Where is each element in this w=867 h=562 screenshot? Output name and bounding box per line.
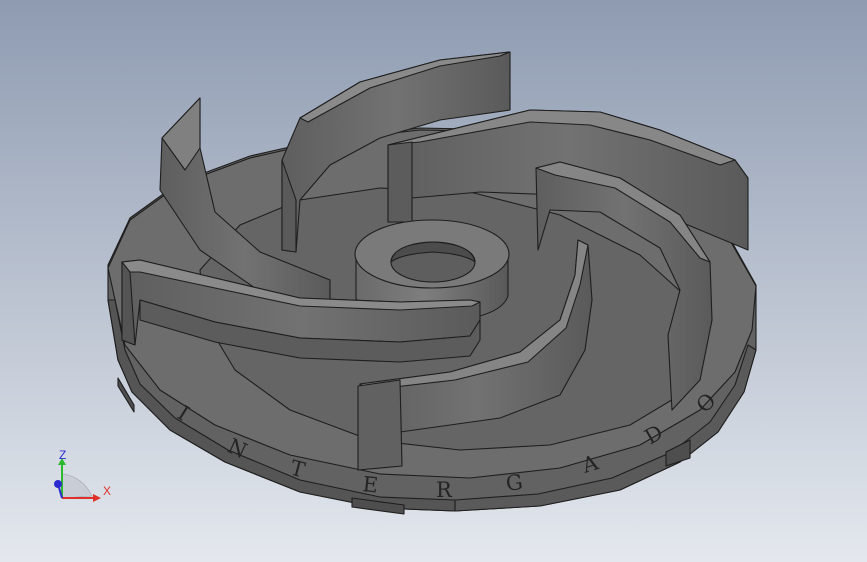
engraved-letter: G (504, 470, 524, 496)
impeller-model[interactable]: I N T E R G A D O (0, 0, 867, 562)
engraved-letter: E (361, 472, 379, 497)
graphics-viewport[interactable]: I N T E R G A D O Z X (0, 0, 867, 562)
engraved-letter: R (436, 478, 453, 502)
vane-front-right-end (357, 379, 403, 471)
